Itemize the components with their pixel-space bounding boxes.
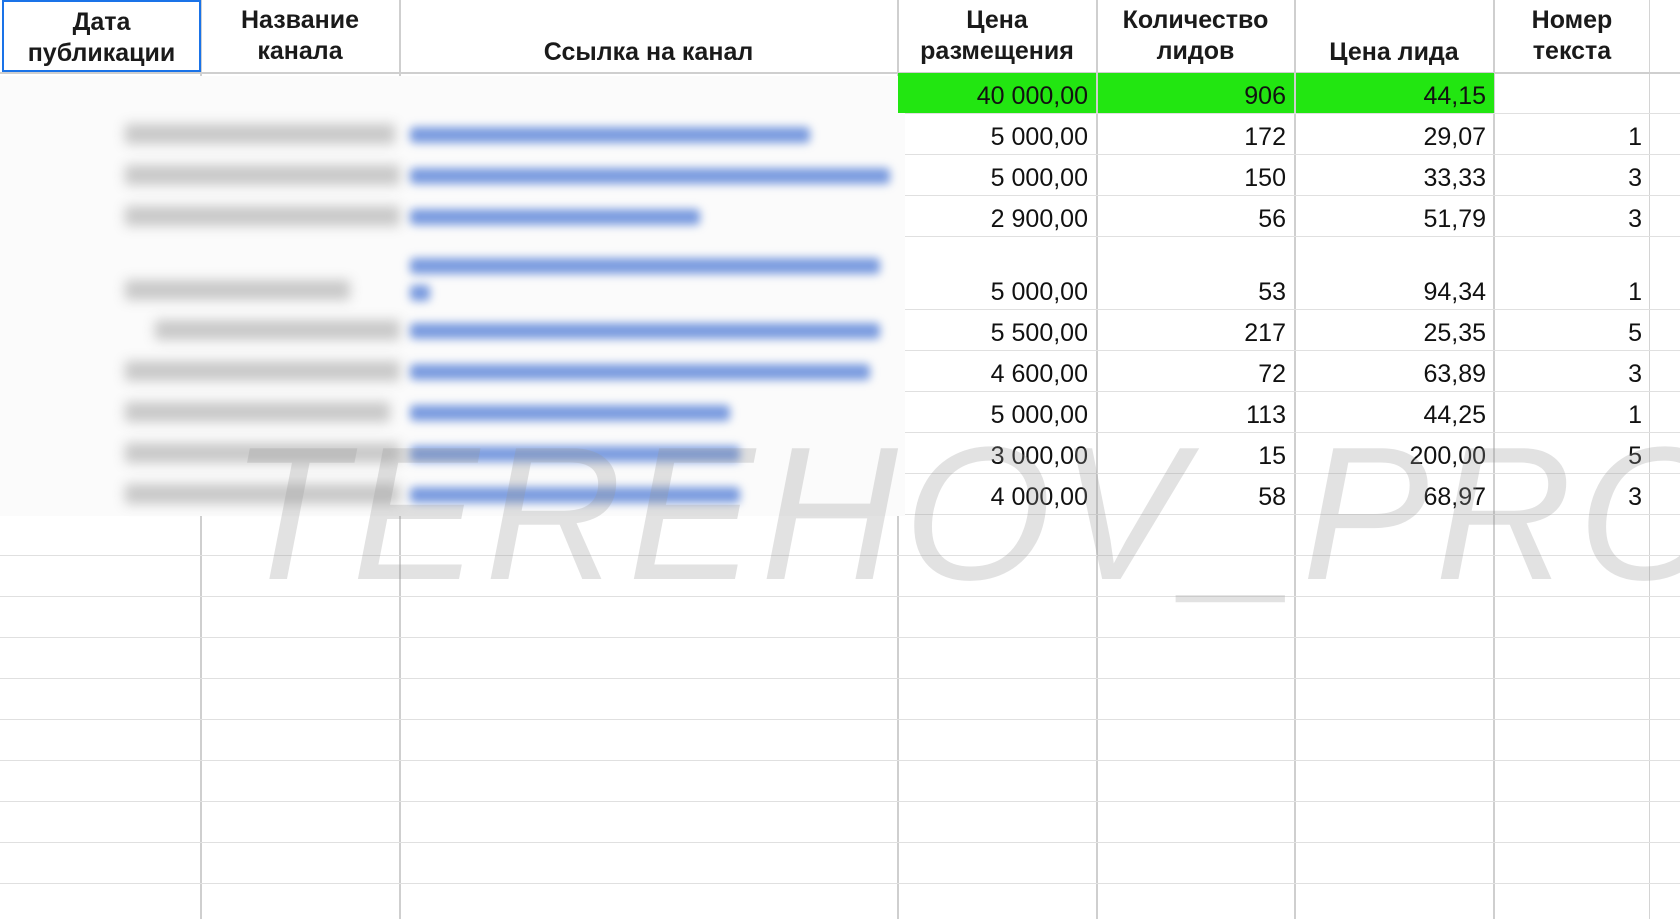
cell-text-no[interactable]: 3 bbox=[1495, 196, 1650, 236]
cell-leads[interactable]: 150 bbox=[1098, 155, 1294, 195]
redacted-text bbox=[125, 206, 400, 226]
cell-price[interactable]: 2 900,00 bbox=[898, 196, 1096, 236]
cell-leads[interactable]: 172 bbox=[1098, 114, 1294, 154]
cell-lead-price[interactable]: 68,97 bbox=[1296, 474, 1494, 514]
cell-lead-price[interactable]: 94,34 bbox=[1296, 237, 1494, 309]
cell-price[interactable]: 5 500,00 bbox=[898, 310, 1096, 350]
cell-text-no[interactable]: 3 bbox=[1495, 351, 1650, 391]
cell-price[interactable]: 3 000,00 bbox=[898, 433, 1096, 473]
row-divider bbox=[0, 801, 1680, 802]
redacted-text bbox=[125, 124, 395, 144]
cell-price[interactable]: 5 000,00 bbox=[898, 392, 1096, 432]
row-divider bbox=[0, 719, 1680, 720]
cell-lead-price[interactable]: 51,79 bbox=[1296, 196, 1494, 236]
cell-leads[interactable]: 58 bbox=[1098, 474, 1294, 514]
header-placement-price[interactable]: Цена размещения bbox=[898, 0, 1096, 72]
header-date[interactable]: Дата публикации bbox=[2, 0, 201, 72]
cell-text-no[interactable]: 3 bbox=[1495, 155, 1650, 195]
redacted-row bbox=[0, 313, 905, 349]
cell-text-no[interactable]: 1 bbox=[1495, 114, 1650, 154]
spreadsheet: Дата публикации Название канала Ссылка н… bbox=[0, 0, 1680, 919]
header-text-number[interactable]: Номер текста bbox=[1494, 0, 1650, 72]
cell-lead-price[interactable]: 29,07 bbox=[1296, 114, 1494, 154]
redacted-text bbox=[155, 320, 400, 340]
cell-leads[interactable]: 72 bbox=[1098, 351, 1294, 391]
redacted-text bbox=[125, 361, 400, 381]
cell-lead-price[interactable]: 44,25 bbox=[1296, 392, 1494, 432]
row-divider bbox=[0, 678, 1680, 679]
row-divider bbox=[0, 760, 1680, 761]
cell-text-no[interactable]: 1 bbox=[1495, 392, 1650, 432]
total-placement-price[interactable]: 40 000,00 bbox=[898, 73, 1096, 113]
cell-leads[interactable]: 56 bbox=[1098, 196, 1294, 236]
cell-text-no[interactable]: 3 bbox=[1495, 474, 1650, 514]
row-divider bbox=[0, 555, 1680, 556]
cell-leads[interactable]: 217 bbox=[1098, 310, 1294, 350]
header-channel-link[interactable]: Ссылка на канал bbox=[400, 0, 897, 72]
total-leads-count[interactable]: 906 bbox=[1098, 73, 1294, 113]
row-divider bbox=[0, 842, 1680, 843]
cell-lead-price[interactable]: 25,35 bbox=[1296, 310, 1494, 350]
cell-leads[interactable]: 53 bbox=[1098, 237, 1294, 309]
cell-price[interactable]: 5 000,00 bbox=[898, 237, 1096, 309]
cell-price[interactable]: 4 000,00 bbox=[898, 474, 1096, 514]
cell-text-no[interactable]: 5 bbox=[1495, 433, 1650, 473]
cell-text-no[interactable]: 5 bbox=[1495, 310, 1650, 350]
cell-lead-price[interactable]: 200,00 bbox=[1296, 433, 1494, 473]
row-divider bbox=[0, 596, 1680, 597]
cell-leads[interactable]: 15 bbox=[1098, 433, 1294, 473]
cell-leads[interactable]: 113 bbox=[1098, 392, 1294, 432]
row-divider bbox=[0, 637, 1680, 638]
header-lead-price[interactable]: Цена лида bbox=[1295, 0, 1493, 72]
cell-lead-price[interactable]: 63,89 bbox=[1296, 351, 1494, 391]
cell-price[interactable]: 5 000,00 bbox=[898, 114, 1096, 154]
redacted-text bbox=[125, 402, 390, 422]
redacted-text bbox=[125, 280, 350, 300]
header-leads-count[interactable]: Количество лидов bbox=[1097, 0, 1294, 72]
cell-lead-price[interactable]: 33,33 bbox=[1296, 155, 1494, 195]
cell-price[interactable]: 4 600,00 bbox=[898, 351, 1096, 391]
cell-price[interactable]: 5 000,00 bbox=[898, 155, 1096, 195]
header-channel-name[interactable]: Название канала bbox=[201, 0, 399, 72]
total-lead-price[interactable]: 44,15 bbox=[1296, 73, 1494, 113]
cell-text-no[interactable]: 1 bbox=[1495, 237, 1650, 309]
redacted-text bbox=[125, 484, 400, 504]
redacted-text bbox=[125, 443, 400, 463]
redacted-text bbox=[125, 165, 400, 185]
row-divider bbox=[0, 883, 1680, 884]
